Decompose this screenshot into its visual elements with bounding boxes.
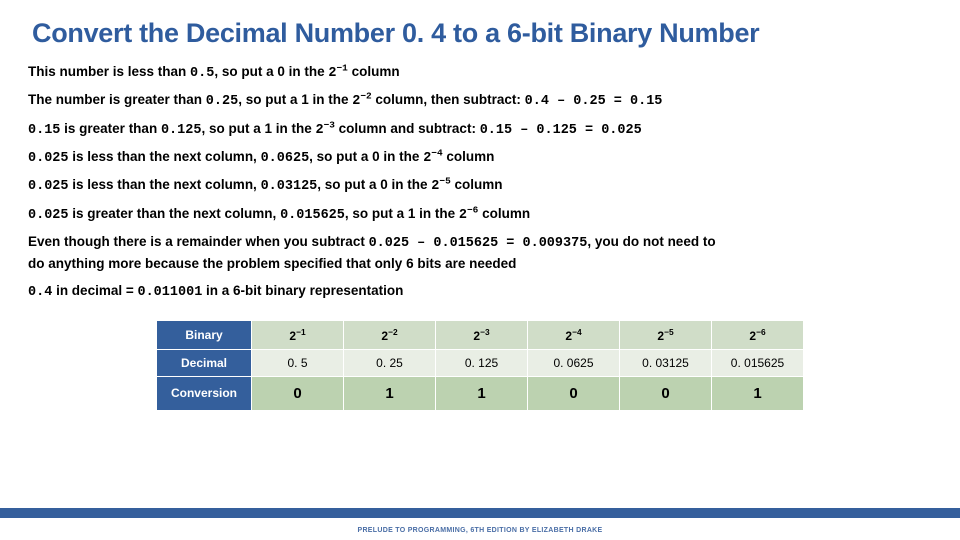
row-header-conversion: Conversion bbox=[157, 376, 252, 410]
conv-cell: 1 bbox=[436, 376, 528, 410]
bottom-accent-bar bbox=[0, 508, 960, 518]
step-line: The number is greater than 0.25, so put … bbox=[28, 87, 932, 115]
conv-cell: 0 bbox=[620, 376, 712, 410]
table-row: Binary 2−1 2−2 2−3 2−4 2−5 2−6 bbox=[157, 320, 804, 349]
table-row: Decimal 0. 5 0. 25 0. 125 0. 0625 0. 031… bbox=[157, 349, 804, 376]
step-line: 0.025 is less than the next column, 0.03… bbox=[28, 172, 932, 200]
dec-cell: 0. 015625 bbox=[712, 349, 804, 376]
dec-cell: 0. 5 bbox=[252, 349, 344, 376]
pow-cell: 2−6 bbox=[712, 320, 804, 349]
pow-cell: 2−5 bbox=[620, 320, 712, 349]
pow-cell: 2−2 bbox=[344, 320, 436, 349]
row-header-decimal: Decimal bbox=[157, 349, 252, 376]
pow-cell: 2−3 bbox=[436, 320, 528, 349]
conv-cell: 1 bbox=[712, 376, 804, 410]
content-block: This number is less than 0.5, so put a 0… bbox=[0, 49, 960, 411]
dec-cell: 0. 03125 bbox=[620, 349, 712, 376]
dec-cell: 0. 125 bbox=[436, 349, 528, 376]
footer-text: PRELUDE TO PROGRAMMING, 6TH EDITION BY E… bbox=[0, 527, 960, 534]
row-header-binary: Binary bbox=[157, 320, 252, 349]
step-line: 0.025 is less than the next column, 0.06… bbox=[28, 144, 932, 172]
step-line: 0.15 is greater than 0.125, so put a 1 i… bbox=[28, 116, 932, 144]
pow-cell: 2−1 bbox=[252, 320, 344, 349]
dec-cell: 0. 25 bbox=[344, 349, 436, 376]
conversion-table: Binary 2−1 2−2 2−3 2−4 2−5 2−6 Decimal 0… bbox=[156, 320, 804, 411]
result-line: 0.4 in decimal = 0.011001 in a 6-bit bin… bbox=[28, 278, 932, 306]
dec-cell: 0. 0625 bbox=[528, 349, 620, 376]
table-row: Conversion 0 1 1 0 0 1 bbox=[157, 376, 804, 410]
conv-cell: 1 bbox=[344, 376, 436, 410]
conv-cell: 0 bbox=[252, 376, 344, 410]
pow-cell: 2−4 bbox=[528, 320, 620, 349]
step-line: This number is less than 0.5, so put a 0… bbox=[28, 59, 932, 87]
step-line: 0.025 is greater than the next column, 0… bbox=[28, 201, 932, 229]
page-title: Convert the Decimal Number 0. 4 to a 6-b… bbox=[0, 0, 960, 49]
conv-cell: 0 bbox=[528, 376, 620, 410]
step-line: do anything more because the problem spe… bbox=[28, 251, 932, 277]
